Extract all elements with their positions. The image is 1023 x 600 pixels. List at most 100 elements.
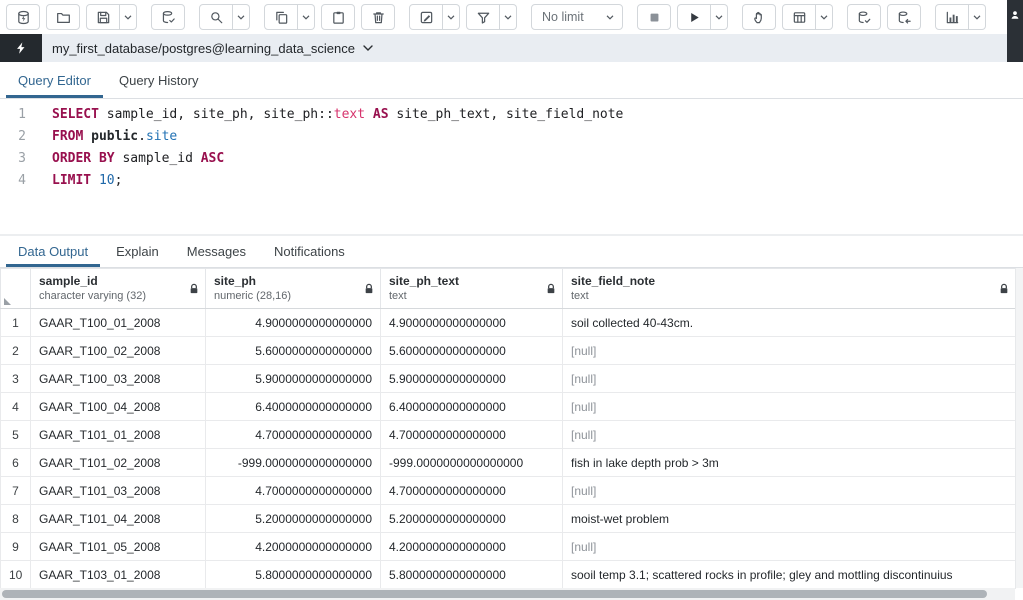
paste-icon[interactable] <box>321 4 355 30</box>
row-number[interactable]: 6 <box>1 449 31 477</box>
row-number[interactable]: 9 <box>1 533 31 561</box>
horizontal-scrollbar[interactable] <box>0 588 1015 600</box>
database-commit-icon[interactable] <box>847 4 881 30</box>
cell-sample_id[interactable]: GAAR_T100_02_2008 <box>31 337 206 365</box>
table-button[interactable] <box>782 4 833 30</box>
folder-open-icon[interactable] <box>46 4 80 30</box>
tab-messages[interactable]: Messages <box>173 236 260 267</box>
cell-sample_id[interactable]: GAAR_T100_01_2008 <box>31 309 206 337</box>
copy-icon[interactable] <box>264 4 298 30</box>
cell-site_ph[interactable]: 4.2000000000000000 <box>206 533 381 561</box>
cell-sample_id[interactable]: GAAR_T101_03_2008 <box>31 477 206 505</box>
commit-button[interactable] <box>847 4 881 30</box>
row-number[interactable]: 8 <box>1 505 31 533</box>
row-number[interactable]: 5 <box>1 421 31 449</box>
cell-site_field_note[interactable]: [null] <box>563 477 1016 505</box>
cell-site_ph[interactable]: 5.8000000000000000 <box>206 561 381 589</box>
magnifier-icon[interactable] <box>199 4 233 30</box>
sql-line[interactable]: SELECT sample_id, site_ph, site_ph::text… <box>52 107 623 129</box>
find-button[interactable] <box>199 4 250 30</box>
save-data-changes-button[interactable] <box>151 4 185 30</box>
tab-query-editor[interactable]: Query Editor <box>4 62 105 98</box>
open-file-button[interactable] <box>46 4 80 30</box>
row-number[interactable]: 2 <box>1 337 31 365</box>
sql-editor[interactable]: 1234 SELECT sample_id, site_ph, site_ph:… <box>0 99 1023 234</box>
database-lightning-icon[interactable] <box>6 4 40 30</box>
pencil-square-icon[interactable] <box>409 4 443 30</box>
filter-button-dropdown[interactable] <box>500 4 517 30</box>
cell-site_ph[interactable]: 5.2000000000000000 <box>206 505 381 533</box>
database-rollback-icon[interactable] <box>887 4 921 30</box>
copy-button-dropdown[interactable] <box>298 4 315 30</box>
tab-query-history[interactable]: Query History <box>105 62 212 98</box>
cell-site_ph_text[interactable]: 5.8000000000000000 <box>381 561 563 589</box>
select-all-corner[interactable] <box>1 269 31 309</box>
row-number[interactable]: 1 <box>1 309 31 337</box>
cell-sample_id[interactable]: GAAR_T101_02_2008 <box>31 449 206 477</box>
sql-line[interactable]: LIMIT 10; <box>52 173 623 195</box>
cell-site_field_note[interactable]: moist-wet problem <box>563 505 1016 533</box>
cell-sample_id[interactable]: GAAR_T101_01_2008 <box>31 421 206 449</box>
funnel-icon[interactable] <box>466 4 500 30</box>
sql-line[interactable]: FROM public.site <box>52 129 623 151</box>
cell-site_field_note[interactable]: [null] <box>563 365 1016 393</box>
row-number[interactable]: 7 <box>1 477 31 505</box>
vertical-scrollbar[interactable] <box>1015 268 1023 588</box>
cell-site_field_note[interactable]: [null] <box>563 393 1016 421</box>
column-header-sample_id[interactable]: sample_idcharacter varying (32) <box>31 269 206 309</box>
cell-site_ph[interactable]: 4.7000000000000000 <box>206 421 381 449</box>
cell-site_ph[interactable]: -999.0000000000000000 <box>206 449 381 477</box>
column-header-site_ph[interactable]: site_phnumeric (28,16) <box>206 269 381 309</box>
save-file-button-dropdown[interactable] <box>120 4 137 30</box>
table-button-dropdown[interactable] <box>816 4 833 30</box>
query-tool-button[interactable] <box>6 4 40 30</box>
execute-button-dropdown[interactable] <box>711 4 728 30</box>
edit-button[interactable] <box>409 4 460 30</box>
table-icon[interactable] <box>782 4 816 30</box>
tab-notifications[interactable]: Notifications <box>260 236 359 267</box>
cell-site_ph[interactable]: 4.7000000000000000 <box>206 477 381 505</box>
row-number[interactable]: 4 <box>1 393 31 421</box>
stop-icon[interactable] <box>637 4 671 30</box>
limit-select[interactable]: No limit <box>531 4 623 30</box>
cell-sample_id[interactable]: GAAR_T100_03_2008 <box>31 365 206 393</box>
column-header-site_ph_text[interactable]: site_ph_texttext <box>381 269 563 309</box>
cell-site_ph_text[interactable]: -999.0000000000000000 <box>381 449 563 477</box>
chart-icon[interactable] <box>935 4 969 30</box>
cell-site_ph[interactable]: 5.6000000000000000 <box>206 337 381 365</box>
cell-site_ph[interactable]: 4.9000000000000000 <box>206 309 381 337</box>
sql-code[interactable]: SELECT sample_id, site_ph, site_ph::text… <box>38 99 623 234</box>
column-header-site_field_note[interactable]: site_field_notetext <box>563 269 1016 309</box>
tab-data-output[interactable]: Data Output <box>4 236 102 267</box>
cell-site_ph_text[interactable]: 5.9000000000000000 <box>381 365 563 393</box>
cell-site_field_note[interactable]: [null] <box>563 421 1016 449</box>
execute-button[interactable] <box>677 4 728 30</box>
cell-site_ph_text[interactable]: 4.7000000000000000 <box>381 477 563 505</box>
cell-site_field_note[interactable]: [null] <box>563 337 1016 365</box>
cell-site_field_note[interactable]: [null] <box>563 533 1016 561</box>
cell-site_field_note[interactable]: soil collected 40-43cm. <box>563 309 1016 337</box>
filter-button[interactable] <box>466 4 517 30</box>
macros-button[interactable] <box>935 4 986 30</box>
cell-site_ph_text[interactable]: 5.6000000000000000 <box>381 337 563 365</box>
cell-sample_id[interactable]: GAAR_T103_01_2008 <box>31 561 206 589</box>
connection-selector[interactable]: my_first_database/postgres@learning_data… <box>52 41 373 56</box>
database-save-icon[interactable] <box>151 4 185 30</box>
tab-explain[interactable]: Explain <box>102 236 173 267</box>
cell-site_ph_text[interactable]: 6.4000000000000000 <box>381 393 563 421</box>
rollback-button[interactable] <box>887 4 921 30</box>
row-number[interactable]: 3 <box>1 365 31 393</box>
cell-site_ph_text[interactable]: 5.2000000000000000 <box>381 505 563 533</box>
find-button-dropdown[interactable] <box>233 4 250 30</box>
cell-site_ph_text[interactable]: 4.2000000000000000 <box>381 533 563 561</box>
edit-button-dropdown[interactable] <box>443 4 460 30</box>
cell-sample_id[interactable]: GAAR_T100_04_2008 <box>31 393 206 421</box>
paste-button[interactable] <box>321 4 355 30</box>
cell-sample_id[interactable]: GAAR_T101_05_2008 <box>31 533 206 561</box>
hand-icon[interactable] <box>742 4 776 30</box>
cell-site_ph[interactable]: 5.9000000000000000 <box>206 365 381 393</box>
trash-icon[interactable] <box>361 4 395 30</box>
cell-site_ph_text[interactable]: 4.7000000000000000 <box>381 421 563 449</box>
hand-button[interactable] <box>742 4 776 30</box>
cell-site_field_note[interactable]: sooil temp 3.1; scattered rocks in profi… <box>563 561 1016 589</box>
